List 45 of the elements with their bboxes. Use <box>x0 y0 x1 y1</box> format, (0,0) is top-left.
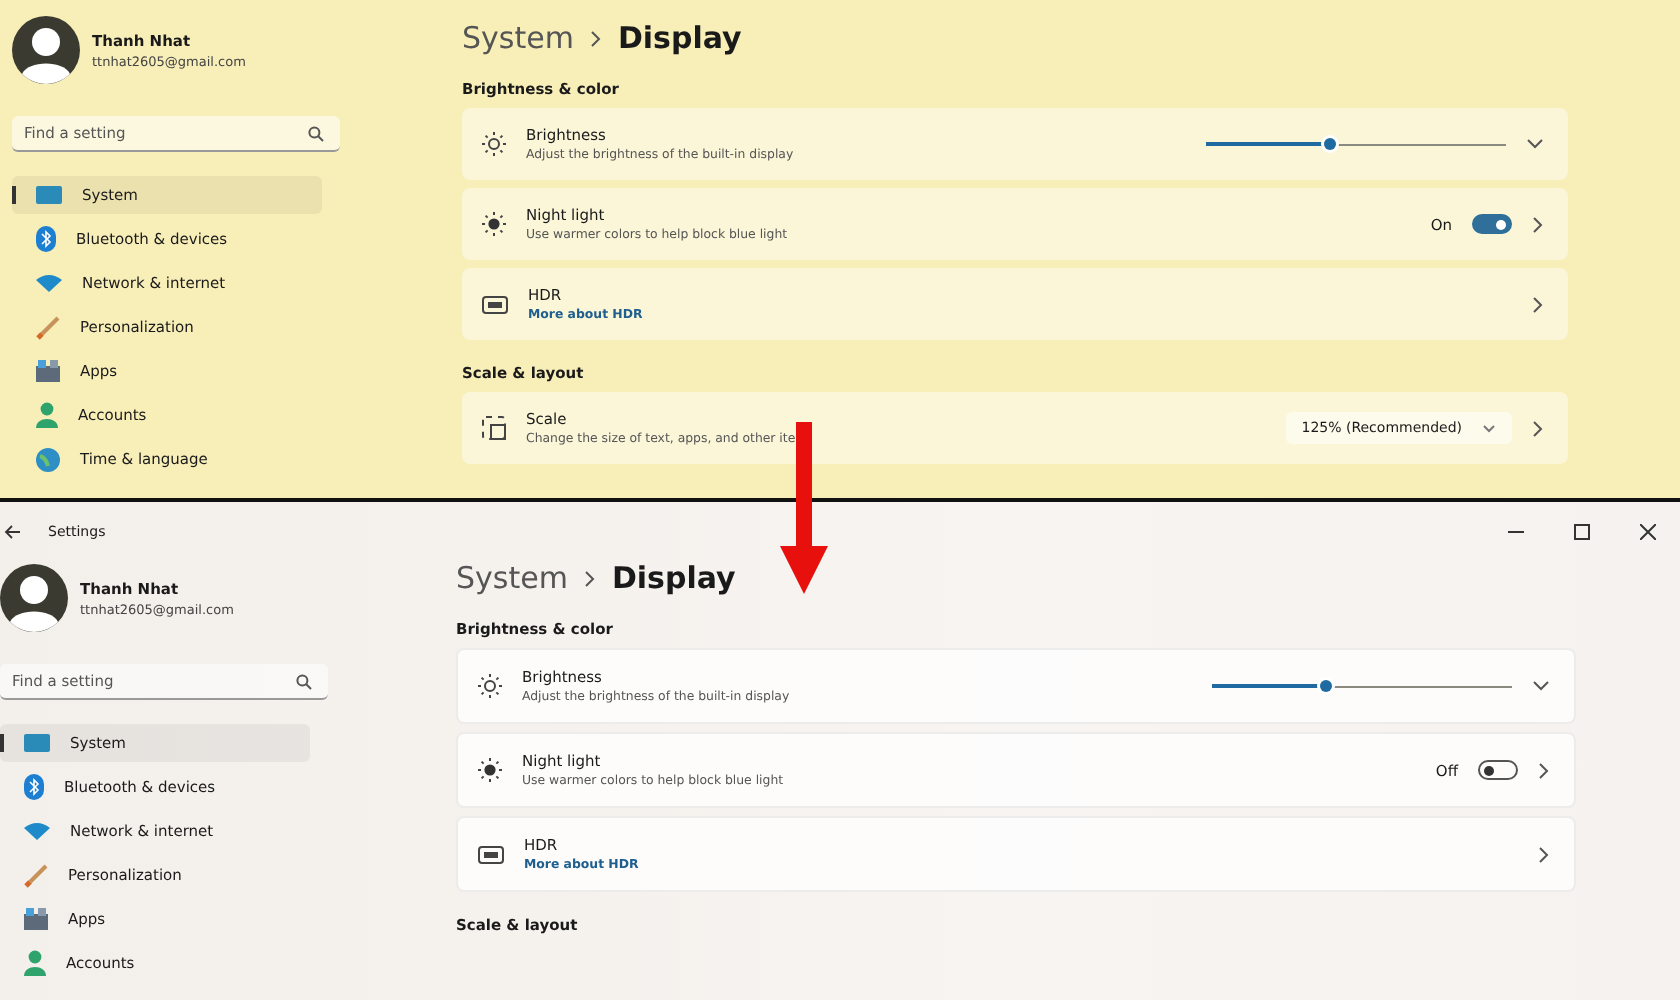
maximize-icon[interactable] <box>1574 524 1590 540</box>
chevron-right-icon <box>583 569 596 587</box>
bluetooth-icon <box>24 774 44 800</box>
toggle-switch[interactable] <box>1472 214 1512 234</box>
search-icon <box>296 674 312 690</box>
chevron-down-icon <box>1482 423 1496 433</box>
brightness-slider[interactable] <box>1206 138 1506 150</box>
monitor-icon <box>24 733 50 753</box>
page-title: Display <box>617 20 742 56</box>
wifi-icon <box>36 274 62 292</box>
apps-icon <box>24 908 48 930</box>
bluetooth-icon <box>36 226 56 252</box>
breadcrumb-parent[interactable]: System <box>462 20 574 56</box>
person-icon <box>36 402 58 428</box>
avatar-icon[interactable] <box>0 564 68 632</box>
monitor-icon <box>36 185 62 205</box>
chevron-right-icon[interactable] <box>1532 419 1544 437</box>
chevron-down-icon[interactable] <box>1532 680 1550 692</box>
chevron-right-icon[interactable] <box>1538 761 1550 779</box>
search-icon <box>308 126 324 142</box>
sun-icon <box>478 674 502 698</box>
breadcrumb-parent[interactable]: System <box>456 560 568 596</box>
sun-icon <box>482 132 506 156</box>
avatar-icon[interactable] <box>12 16 80 84</box>
half-sun-icon <box>478 758 502 782</box>
toggle-switch[interactable] <box>1478 760 1518 780</box>
chevron-right-icon <box>589 29 602 47</box>
wifi-icon <box>24 822 50 840</box>
chevron-down-icon[interactable] <box>1526 138 1544 150</box>
chevron-right-icon[interactable] <box>1532 215 1544 233</box>
brush-icon <box>36 315 60 339</box>
page-title: Display <box>611 560 736 596</box>
back-arrow-icon[interactable] <box>4 524 22 540</box>
hdr-icon <box>482 295 508 313</box>
chevron-right-icon[interactable] <box>1538 845 1550 863</box>
half-sun-icon <box>482 212 506 236</box>
person-icon <box>24 950 46 976</box>
brush-icon <box>24 863 48 887</box>
apps-icon <box>36 360 60 382</box>
hdr-icon <box>478 845 504 863</box>
brightness-slider[interactable] <box>1212 680 1512 692</box>
close-icon[interactable] <box>1640 524 1656 540</box>
scale-icon <box>482 416 506 440</box>
globe-clock-icon <box>36 447 60 471</box>
chevron-right-icon[interactable] <box>1532 295 1544 313</box>
